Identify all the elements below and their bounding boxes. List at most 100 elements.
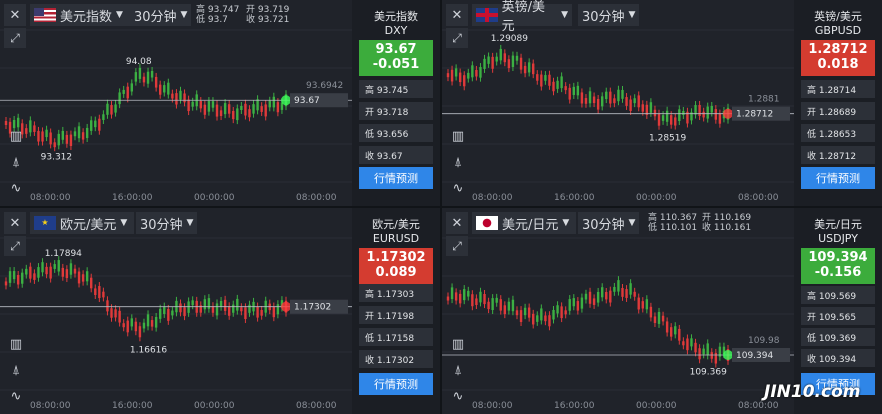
- panel-dxy: 93.67 93.6942 94.08 93.312 08:00:00 16:00:00 0…: [0, 0, 440, 206]
- ohlc-close: 收 110.161: [702, 223, 752, 233]
- candle-body: [102, 291, 105, 298]
- candle-body: [114, 309, 117, 318]
- candle-body: [45, 266, 48, 275]
- candle-body: [240, 307, 243, 312]
- pair-selector[interactable]: ★ 欧元/美元 ▼: [30, 212, 134, 234]
- chart-area[interactable]: 93.67 93.6942 94.08 93.312 08:00:00 16:00:00 0…: [0, 0, 352, 206]
- candle-body: [203, 104, 207, 115]
- candle-body: [674, 117, 677, 126]
- indicator-icon[interactable]: ∿: [446, 386, 470, 406]
- x-axis-label: 08:00:00: [472, 401, 513, 411]
- pair-selector[interactable]: 美元/日元 ▼: [472, 212, 576, 234]
- stat-high: 高 93.745: [359, 80, 433, 98]
- candle-body: [507, 301, 511, 311]
- bar-chart-icon[interactable]: ▥: [446, 334, 470, 354]
- candle-body: [605, 91, 608, 100]
- candle-body: [450, 69, 454, 82]
- predict-button[interactable]: 行情预测: [359, 373, 433, 395]
- bar-chart-icon[interactable]: ▥: [4, 126, 28, 146]
- timeframe-selector[interactable]: 30分钟 ▼: [578, 4, 640, 26]
- candle-body: [146, 71, 150, 84]
- candle-body: [714, 352, 718, 364]
- candle-body: [94, 288, 97, 295]
- pair-selector[interactable]: 美元指数 ▼: [30, 4, 130, 26]
- candle-body: [260, 106, 263, 112]
- indicator-icon[interactable]: ∿: [446, 178, 470, 198]
- candle-body: [572, 86, 575, 95]
- drawing-icon[interactable]: ⍋: [446, 360, 470, 380]
- candle-body: [544, 315, 547, 322]
- quote-box: 93.67 -0.051: [359, 40, 433, 76]
- indicator-icon[interactable]: ∿: [4, 386, 28, 406]
- predict-button[interactable]: 行情预测: [359, 167, 433, 189]
- jp-flag-icon: [476, 216, 498, 230]
- candle-body: [85, 127, 89, 139]
- high-annotation: 94.08: [126, 57, 152, 67]
- candle-body: [142, 322, 146, 329]
- predict-button[interactable]: 行情预测: [801, 167, 875, 189]
- candle-body: [150, 320, 154, 327]
- ohlc-summary-2: 开 93.719 收 93.721: [246, 5, 289, 25]
- candle-body: [183, 93, 186, 103]
- bar-chart-icon[interactable]: ▥: [446, 126, 470, 146]
- instrument-code: GBPUSD: [814, 24, 862, 37]
- x-axis-label: 00:00:00: [636, 193, 677, 203]
- timeframe-selector[interactable]: 30分钟 ▼: [130, 4, 192, 26]
- expand-icon[interactable]: ⤢: [446, 236, 468, 256]
- candle-body: [211, 101, 215, 108]
- candle-body: [126, 86, 129, 99]
- quote-change: 0.089: [375, 265, 417, 280]
- candle-body: [227, 306, 231, 316]
- indicator-icon[interactable]: ∿: [4, 178, 28, 198]
- candle-body: [665, 110, 669, 122]
- close-icon[interactable]: ✕: [446, 4, 468, 26]
- bar-chart-icon[interactable]: ▥: [4, 334, 28, 354]
- candle-body: [576, 301, 580, 311]
- pair-label: 英镑/美元: [501, 0, 546, 34]
- ohlc-open: 开 93.719: [246, 5, 290, 15]
- candle-body: [248, 109, 251, 118]
- timeframe-selector[interactable]: 30分钟 ▼: [136, 212, 198, 234]
- close-icon[interactable]: ✕: [446, 212, 468, 234]
- drawing-icon[interactable]: ⍋: [4, 360, 28, 380]
- close-icon[interactable]: ✕: [4, 212, 26, 234]
- candle-body: [61, 267, 65, 277]
- timeframe-selector[interactable]: 30分钟 ▼: [578, 212, 640, 234]
- candle-body: [154, 316, 158, 328]
- ohlc-low: 低 93.7: [196, 15, 228, 25]
- expand-icon[interactable]: ⤢: [4, 236, 26, 256]
- candle-body: [252, 104, 255, 114]
- candle-body: [572, 298, 575, 307]
- candle-body: [163, 306, 166, 314]
- candle-body: [171, 93, 174, 99]
- stat-low: 低 109.369: [801, 328, 875, 346]
- candle-body: [142, 76, 146, 83]
- quote-sidebar: 欧元/美元 EURUSD 1.17302 0.089 高 1.17303 开 1…: [352, 208, 440, 414]
- drawing-icon[interactable]: ⍋: [4, 152, 28, 172]
- drawing-icon[interactable]: ⍋: [446, 152, 470, 172]
- expand-icon[interactable]: ⤢: [446, 28, 468, 48]
- chart-area[interactable]: 1.28712 1.2881 1.29089 1.28519 08:00:00 16:00…: [442, 0, 794, 206]
- stat-low: 低 1.17158: [359, 328, 433, 346]
- expand-icon[interactable]: ⤢: [4, 28, 26, 48]
- ohlc-open: 开 110.169: [702, 213, 752, 223]
- candle-body: [57, 260, 60, 272]
- candle-body: [199, 101, 202, 109]
- candle-body: [98, 118, 101, 131]
- instrument-code: EURUSD: [372, 232, 420, 245]
- low-annotation: 109.369: [690, 367, 727, 377]
- candle-body: [483, 293, 486, 305]
- chart-area[interactable]: 1.17302 1.17894 1.16616 08:00:00 16:00:00 00:…: [0, 208, 352, 414]
- candle-body: [564, 310, 567, 315]
- chart-area[interactable]: 109.394 109.98 109.369 08:00:00 16:00:00 00:0…: [442, 208, 794, 414]
- axis-price-label: 1.17302: [294, 303, 331, 313]
- candle-body: [463, 75, 466, 87]
- ohlc-close: 收 93.721: [246, 15, 290, 25]
- close-icon[interactable]: ✕: [4, 4, 26, 26]
- uk-flag-icon: [476, 8, 498, 22]
- chart-tools: ▥ ⍋ ∿: [4, 126, 28, 198]
- us-flag-icon: [34, 8, 56, 22]
- candle-body: [159, 308, 162, 319]
- pair-selector[interactable]: 英镑/美元 ▼: [472, 0, 572, 34]
- candle-body: [625, 289, 628, 298]
